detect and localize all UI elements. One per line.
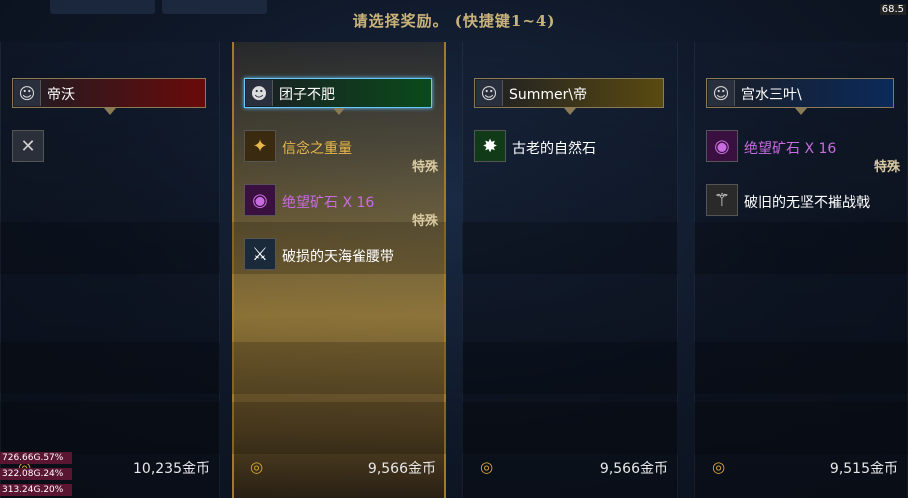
item-name: 破旧的无坚不摧战戟 <box>744 195 870 211</box>
gold-amount: 10,235金币 <box>133 461 210 477</box>
header-pointer <box>104 108 116 115</box>
stat-readout: 322.08G.24% <box>0 468 72 480</box>
gold-coin-icon: ◎ <box>712 458 726 476</box>
item-name: 绝望矿石 X 16 <box>282 195 375 211</box>
header-pointer <box>795 108 807 115</box>
column-band <box>232 342 446 394</box>
gold-reward: ◎ 9,566金币 <box>462 456 678 480</box>
special-tag: 特殊 <box>873 160 900 175</box>
stat-readout: 726.66G.57% <box>0 452 72 464</box>
belt-icon: ⚔ <box>244 238 276 270</box>
gold-amount: 9,566金币 <box>367 461 436 477</box>
player-header: ☻ 团子不肥 <box>244 78 432 108</box>
reward-item[interactable]: ✕ <box>12 130 202 164</box>
corner-label: 68.5 <box>879 4 906 15</box>
halberd-icon: ⚚ <box>706 184 738 216</box>
column-band <box>462 402 678 454</box>
special-tag: 特殊 <box>411 214 438 229</box>
column-band <box>694 402 908 454</box>
item-name: 破损的天海雀腰带 <box>282 249 394 265</box>
gold-coin-icon: ◎ <box>480 458 494 476</box>
reward-column-1[interactable]: ☺ 帝沃 ✕ ◎ 10,235金币 <box>0 42 220 498</box>
item-name: 信念之重量 <box>282 141 352 157</box>
reward-column-3[interactable]: ☺ Summer\帝 ✸ 古老的自然石 ◎ 9,566金币 <box>462 42 678 498</box>
player-avatar: ☺ <box>476 80 503 106</box>
reward-item[interactable]: ✦ 信念之重量 <box>244 130 434 164</box>
column-band <box>0 402 220 454</box>
reward-item[interactable]: ✸ 古老的自然石 <box>474 130 664 164</box>
player-name: 宫水三叶\ <box>741 87 802 103</box>
x-icon: ✕ <box>12 130 44 162</box>
player-name: 团子不肥 <box>279 87 335 103</box>
player-header: ☺ Summer\帝 <box>474 78 664 108</box>
item-name: 古老的自然石 <box>512 141 596 157</box>
column-band <box>462 342 678 394</box>
reward-column-4[interactable]: ☺ 宫水三叶\ ◉ 绝望矿石 X 16 特殊 ⚚ 破旧的无坚不摧战戟 ◎ 9,515金币 <box>694 42 908 498</box>
gold-coin-icon: ◎ <box>250 458 264 476</box>
reward-item[interactable]: ◉ 绝望矿石 X 16 <box>244 184 434 218</box>
special-tag: 特殊 <box>411 160 438 175</box>
column-band <box>694 342 908 394</box>
weight-icon: ✦ <box>244 130 276 162</box>
stat-readout: 313.24G.20% <box>0 484 72 496</box>
column-band <box>0 222 220 274</box>
gold-reward: ◎ 9,515金币 <box>694 456 908 480</box>
header-pointer <box>564 108 576 115</box>
player-name: Summer\帝 <box>509 87 588 103</box>
player-name: 帝沃 <box>47 87 75 103</box>
reward-prompt-title: 请选择奖励。 (快捷键1~4) <box>352 12 556 30</box>
gold-amount: 9,515金币 <box>829 461 898 477</box>
column-band <box>0 342 220 394</box>
reward-item[interactable]: ◉ 绝望矿石 X 16 <box>706 130 896 164</box>
header-pointer <box>333 108 345 115</box>
column-band <box>232 402 446 454</box>
ore-icon: ◉ <box>244 184 276 216</box>
nature-stone-icon: ✸ <box>474 130 506 162</box>
player-header: ☺ 帝沃 <box>12 78 206 108</box>
ore-icon: ◉ <box>706 130 738 162</box>
column-band <box>694 222 908 274</box>
player-avatar: ☺ <box>708 80 735 106</box>
player-avatar: ☺ <box>14 80 41 106</box>
reward-item[interactable]: ⚚ 破旧的无坚不摧战戟 <box>706 184 896 218</box>
column-band <box>462 222 678 274</box>
player-avatar: ☻ <box>246 80 273 106</box>
item-name: 绝望矿石 X 16 <box>744 141 837 157</box>
reward-item[interactable]: ⚔ 破损的天海雀腰带 <box>244 238 434 272</box>
reward-column-2[interactable]: ☻ 团子不肥 ✦ 信念之重量特殊 ◉ 绝望矿石 X 16 特殊 ⚔ 破损的天海雀腰带 ◎ 9,566… <box>232 42 446 498</box>
gold-amount: 9,566金币 <box>599 461 668 477</box>
player-header: ☺ 宫水三叶\ <box>706 78 894 108</box>
gold-reward: ◎ 9,566金币 <box>232 456 446 480</box>
top-bar: 请选择奖励。 (快捷键1~4) 68.5 <box>0 0 908 40</box>
